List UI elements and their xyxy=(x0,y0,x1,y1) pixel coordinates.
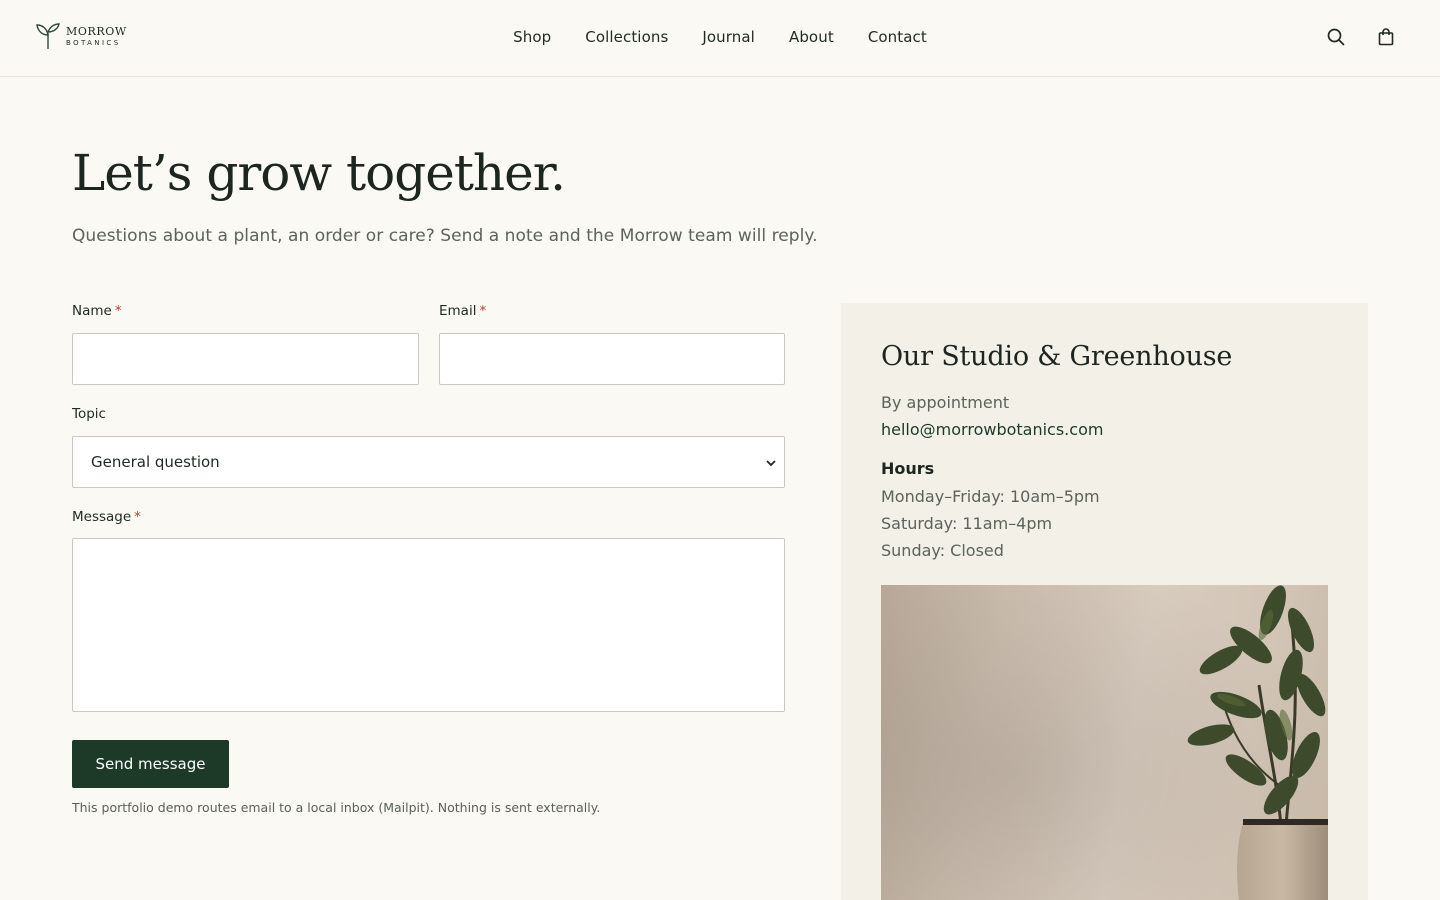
required-asterisk: * xyxy=(479,303,487,319)
page-subtitle: Questions about a plant, an order or car… xyxy=(72,226,818,246)
topic-select[interactable]: General question xyxy=(72,436,785,488)
brand-name: MORROW xyxy=(66,24,127,38)
brand-wordmark: MORROW BOTANICS xyxy=(66,26,127,47)
hours-list: Monday–Friday: 10am–5pm Saturday: 11am–4… xyxy=(881,486,1100,567)
topic-label: Topic xyxy=(72,406,106,422)
hours-sunday: Sunday: Closed xyxy=(881,541,1004,560)
nav-shop[interactable]: Shop xyxy=(513,28,551,46)
studio-info-card: Our Studio & Greenhouse By appointment h… xyxy=(841,303,1368,900)
name-input[interactable] xyxy=(72,333,419,385)
topic-selected-value: General question xyxy=(91,453,220,471)
topic-field-group: Topic General question xyxy=(72,406,785,488)
required-asterisk: * xyxy=(134,509,141,525)
nav-journal[interactable]: Journal xyxy=(702,28,755,46)
message-field-group: Message * xyxy=(72,509,785,712)
name-label: Name * xyxy=(72,303,122,319)
send-message-button[interactable]: Send message xyxy=(72,740,229,788)
rubber-plant-illustration xyxy=(881,585,1328,900)
brand-logo[interactable]: MORROW BOTANICS xyxy=(36,22,127,50)
hours-saturday: Saturday: 11am–4pm xyxy=(881,514,1053,533)
email-input[interactable] xyxy=(439,333,785,385)
nav-collections[interactable]: Collections xyxy=(585,28,668,46)
studio-title: Our Studio & Greenhouse xyxy=(881,341,1233,372)
studio-appointment: By appointment xyxy=(881,393,1010,412)
studio-email-link[interactable]: hello@morrowbotanics.com xyxy=(881,420,1103,439)
page-title: Let’s grow together. xyxy=(72,144,566,202)
nav-about[interactable]: About xyxy=(789,28,834,46)
site-header: MORROW BOTANICS Shop Collections Journal… xyxy=(0,0,1440,77)
name-field-group: Name * xyxy=(72,303,419,385)
chevron-down-icon xyxy=(766,460,776,467)
shopping-bag-icon xyxy=(1378,28,1394,46)
required-asterisk: * xyxy=(114,303,122,319)
message-textarea[interactable] xyxy=(72,538,785,712)
plant-photo xyxy=(881,585,1328,900)
search-icon xyxy=(1327,28,1345,46)
email-field-group: Email * xyxy=(439,303,785,385)
main-nav: Shop Collections Journal About Contact xyxy=(0,27,1440,46)
email-label: Email * xyxy=(439,303,487,319)
search-button[interactable] xyxy=(1325,26,1347,48)
cart-button[interactable] xyxy=(1375,26,1397,48)
message-label: Message * xyxy=(72,509,141,525)
sprout-logo-icon xyxy=(36,23,60,49)
form-disclaimer: This portfolio demo routes email to a lo… xyxy=(72,800,601,815)
hours-heading: Hours xyxy=(881,459,935,478)
hours-weekday: Monday–Friday: 10am–5pm xyxy=(881,487,1100,506)
nav-contact[interactable]: Contact xyxy=(868,28,927,46)
brand-tagline: BOTANICS xyxy=(66,38,121,47)
